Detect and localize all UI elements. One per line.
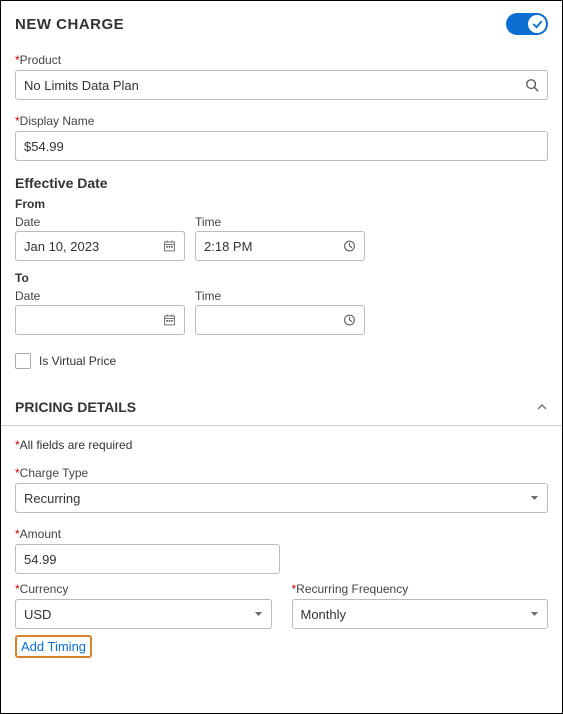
required-note: *All fields are required xyxy=(15,438,548,452)
search-icon xyxy=(525,78,539,92)
to-label: To xyxy=(15,271,548,285)
currency-select[interactable]: USD xyxy=(15,599,272,629)
display-name-value: $54.99 xyxy=(24,139,64,154)
to-date-input[interactable] xyxy=(15,305,185,335)
chevron-down-icon xyxy=(529,493,540,504)
calendar-icon xyxy=(163,240,176,253)
charge-type-label: *Charge Type xyxy=(15,466,548,480)
currency-value: USD xyxy=(24,607,51,622)
page-title: NEW CHARGE xyxy=(15,16,124,33)
clock-icon xyxy=(343,240,356,253)
to-time-input[interactable] xyxy=(195,305,365,335)
virtual-price-checkbox[interactable] xyxy=(15,353,31,369)
product-label: *Product xyxy=(15,53,548,67)
charge-type-select[interactable]: Recurring xyxy=(15,483,548,513)
calendar-icon xyxy=(163,314,176,327)
virtual-price-label: Is Virtual Price xyxy=(39,354,116,368)
clock-icon xyxy=(343,314,356,327)
chevron-down-icon xyxy=(253,609,264,620)
display-name-label: *Display Name xyxy=(15,114,548,128)
add-timing-highlight: Add Timing xyxy=(15,635,92,658)
check-icon xyxy=(528,15,546,33)
amount-value: 54.99 xyxy=(24,552,57,567)
frequency-value: Monthly xyxy=(301,607,347,622)
frequency-label: *Recurring Frequency xyxy=(292,582,549,596)
add-timing-link[interactable]: Add Timing xyxy=(21,639,86,654)
from-label: From xyxy=(15,197,548,211)
currency-label: *Currency xyxy=(15,582,272,596)
from-time-input[interactable]: 2:18 PM xyxy=(195,231,365,261)
to-date-label: Date xyxy=(15,289,185,303)
active-toggle[interactable] xyxy=(506,13,548,35)
amount-input[interactable]: 54.99 xyxy=(15,544,280,574)
frequency-select[interactable]: Monthly xyxy=(292,599,549,629)
amount-label: *Amount xyxy=(15,527,548,541)
from-date-input[interactable]: Jan 10, 2023 xyxy=(15,231,185,261)
to-time-label: Time xyxy=(195,289,365,303)
from-date-value: Jan 10, 2023 xyxy=(24,239,99,254)
from-date-label: Date xyxy=(15,215,185,229)
pricing-details-title: PRICING DETAILS xyxy=(15,399,136,415)
effective-date-title: Effective Date xyxy=(15,175,548,191)
product-input[interactable]: No Limits Data Plan xyxy=(15,70,548,100)
chevron-down-icon xyxy=(529,609,540,620)
product-value: No Limits Data Plan xyxy=(24,78,139,93)
chevron-up-icon[interactable] xyxy=(536,401,548,413)
from-time-value: 2:18 PM xyxy=(204,239,252,254)
from-time-label: Time xyxy=(195,215,365,229)
charge-type-value: Recurring xyxy=(24,491,80,506)
display-name-input[interactable]: $54.99 xyxy=(15,131,548,161)
